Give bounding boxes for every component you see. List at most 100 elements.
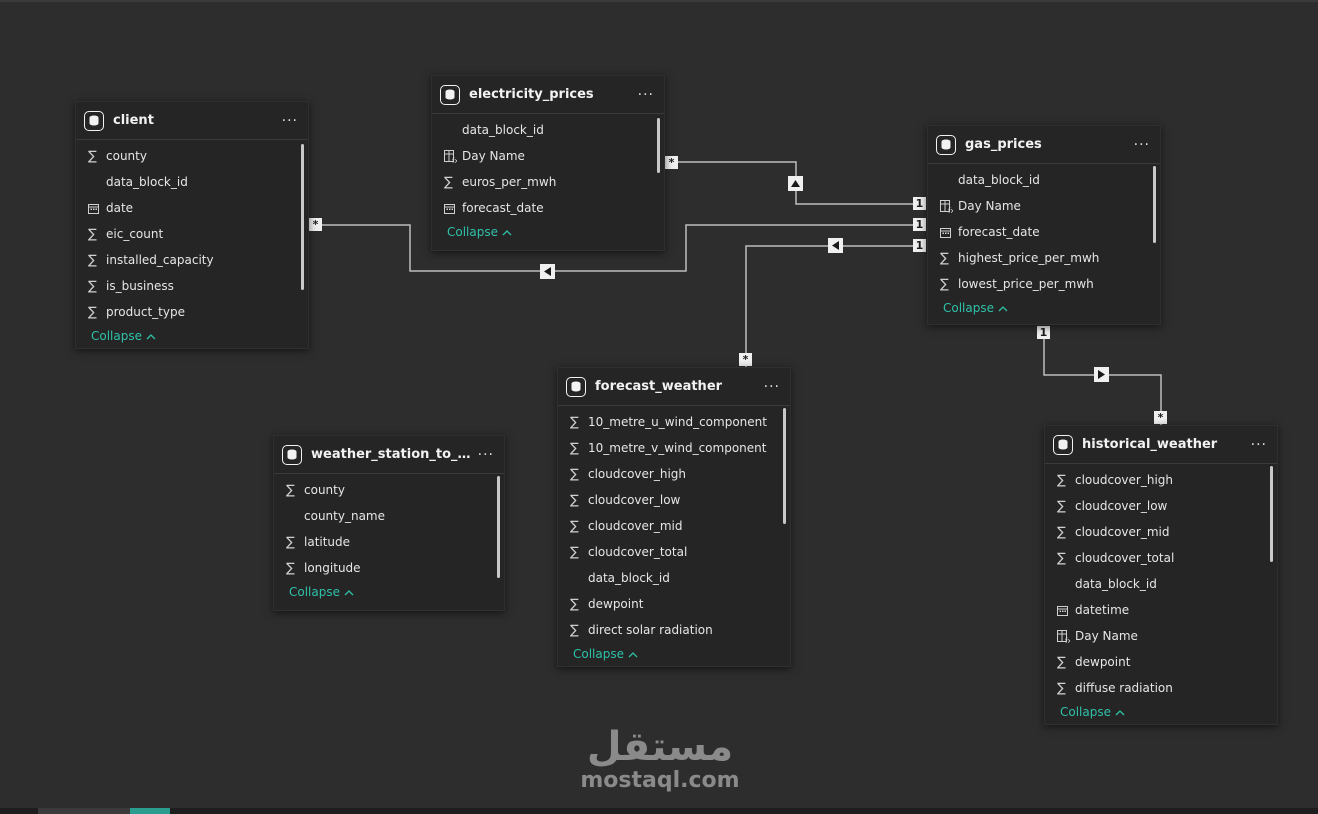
table-card-forecast-weather[interactable]: forecast_weather ··· ∑ 10_metre_u_wind_co… — [557, 367, 791, 667]
field-list[interactable]: ∑ county data_block_iddate ∑ eic_count ∑ insta… — [76, 140, 308, 347]
bottom-tab-segment[interactable] — [38, 808, 130, 814]
more-options-button[interactable]: ··· — [632, 87, 654, 103]
field-list[interactable]: ∑ county county_name ∑ latitude ∑ longitude Col… — [274, 474, 504, 603]
field-row[interactable]: datetime — [1045, 597, 1277, 623]
table-icon — [84, 110, 104, 131]
table-icon — [936, 134, 956, 155]
table-header[interactable]: gas_prices ··· — [928, 126, 1160, 164]
cardinality-many-badge: * — [665, 156, 678, 169]
more-options-button[interactable]: ··· — [758, 379, 780, 395]
field-row[interactable]: fx Day Name — [432, 143, 664, 169]
table-title: forecast_weather — [595, 379, 723, 394]
field-row[interactable]: ∑ cloudcover_high — [558, 461, 790, 487]
field-row[interactable]: ∑ highest_price_per_mwh — [928, 245, 1160, 271]
scrollbar[interactable] — [497, 476, 500, 578]
field-row[interactable]: ∑ latitude — [274, 529, 504, 555]
field-row[interactable]: fx Day Name — [928, 193, 1160, 219]
field-row[interactable]: ∑ is_business — [76, 273, 308, 299]
table-header[interactable]: electricity_prices ··· — [432, 76, 664, 114]
field-list[interactable]: ∑ cloudcover_high ∑ cloudcover_low ∑ cloudcov… — [1045, 464, 1277, 723]
cardinality-one-badge: 1 — [913, 197, 926, 210]
collapse-button[interactable]: Collapse — [558, 643, 790, 665]
field-row[interactable]: ∑ diffuse radiation — [1045, 675, 1277, 701]
table-header[interactable]: forecast_weather ··· — [558, 368, 790, 406]
table-header[interactable]: historical_weather ··· — [1045, 426, 1277, 464]
field-row[interactable]: ∑ county — [76, 143, 308, 169]
field-row[interactable]: date — [76, 195, 308, 221]
field-name: latitude — [304, 535, 351, 549]
cardinality-one-badge: 1 — [913, 239, 926, 252]
field-row[interactable]: ∑ product_type — [76, 299, 308, 325]
field-row[interactable]: fx Day Name — [1045, 623, 1277, 649]
filter-direction-up-icon[interactable] — [788, 176, 803, 191]
field-row[interactable]: ∑ cloudcover_low — [558, 487, 790, 513]
more-options-button[interactable]: ··· — [472, 447, 494, 463]
field-row[interactable]: county_name — [274, 503, 504, 529]
field-row[interactable]: ∑ lowest_price_per_mwh — [928, 271, 1160, 297]
field-row[interactable]: data_block_id — [558, 565, 790, 591]
field-row[interactable]: ∑ county — [274, 477, 504, 503]
filter-direction-left-icon[interactable] — [828, 238, 843, 253]
table-card-electricity-prices[interactable]: electricity_prices ··· data_block_id fx Da… — [431, 75, 665, 251]
field-row[interactable]: ∑ dewpoint — [1045, 649, 1277, 675]
field-name: data_block_id — [106, 175, 188, 189]
table-card-gas-prices[interactable]: gas_prices ··· data_block_id fx Day Name fo… — [927, 125, 1161, 325]
field-list[interactable]: data_block_id fx Day Name forecast_date ∑ hig… — [928, 164, 1160, 319]
collapse-button[interactable]: Collapse — [928, 297, 1160, 319]
field-row[interactable]: ∑ cloudcover_low — [1045, 493, 1277, 519]
table-header[interactable]: weather_station_to_cou... ··· — [274, 436, 504, 474]
table-card-weather-station-to-county[interactable]: weather_station_to_cou... ··· ∑ county cou… — [273, 435, 505, 611]
field-name: highest_price_per_mwh — [958, 251, 1100, 265]
table-title: gas_prices — [965, 137, 1042, 152]
field-list[interactable]: data_block_id fx Day Name ∑ euros_per_mwh for… — [432, 114, 664, 243]
more-options-button[interactable]: ··· — [276, 113, 298, 129]
scrollbar[interactable] — [783, 408, 786, 524]
field-row[interactable]: ∑ cloudcover_mid — [558, 513, 790, 539]
collapse-button[interactable]: Collapse — [1045, 701, 1277, 723]
field-row[interactable]: data_block_id — [1045, 571, 1277, 597]
table-card-client[interactable]: client ··· ∑ county data_block_iddate ∑ eic_… — [75, 101, 309, 349]
field-row[interactable]: ∑ cloudcover_high — [1045, 467, 1277, 493]
table-header[interactable]: client ··· — [76, 102, 308, 140]
scrollbar[interactable] — [1153, 166, 1156, 243]
field-row[interactable]: ∑ eic_count — [76, 221, 308, 247]
filter-direction-right-icon[interactable] — [1094, 367, 1109, 382]
field-row[interactable]: forecast_date — [928, 219, 1160, 245]
field-row[interactable]: data_block_id — [76, 169, 308, 195]
field-row[interactable]: ∑ 10_metre_u_wind_component — [558, 409, 790, 435]
more-options-button[interactable]: ··· — [1245, 437, 1267, 453]
field-row[interactable]: ∑ euros_per_mwh — [432, 169, 664, 195]
table-card-historical-weather[interactable]: historical_weather ··· ∑ cloudcover_high ∑… — [1044, 425, 1278, 725]
field-list[interactable]: ∑ 10_metre_u_wind_component ∑ 10_metre_v_wi… — [558, 406, 790, 665]
scrollbar[interactable] — [657, 118, 660, 173]
collapse-button[interactable]: Collapse — [76, 325, 308, 347]
field-name: product_type — [106, 305, 185, 319]
cardinality-many-badge: * — [739, 353, 752, 366]
field-row[interactable]: ∑ cloudcover_mid — [1045, 519, 1277, 545]
field-name: cloudcover_high — [588, 467, 687, 481]
scrollbar[interactable] — [301, 144, 304, 290]
field-row[interactable]: ∑ cloudcover_total — [558, 539, 790, 565]
svg-text:fx: fx — [948, 207, 953, 213]
bottom-tab-active-segment[interactable] — [130, 808, 170, 814]
field-row[interactable]: ∑ cloudcover_total — [1045, 545, 1277, 571]
sigma-icon: ∑ — [570, 440, 579, 456]
calculated-column-icon: fx — [1057, 629, 1075, 643]
field-row[interactable]: ∑ 10_metre_v_wind_component — [558, 435, 790, 461]
mostaql-watermark: مستقل mostaql.com — [560, 725, 760, 793]
field-row[interactable]: ∑ installed_capacity — [76, 247, 308, 273]
field-row[interactable]: forecast_date — [432, 195, 664, 221]
chevron-up-icon — [1115, 705, 1125, 719]
sigma-icon: ∑ — [940, 276, 949, 292]
field-row[interactable]: data_block_id — [432, 117, 664, 143]
field-row[interactable]: data_block_id — [928, 167, 1160, 193]
collapse-button[interactable]: Collapse — [274, 581, 504, 603]
collapse-button[interactable]: Collapse — [432, 221, 664, 243]
collapse-label: Collapse — [1060, 705, 1111, 719]
scrollbar[interactable] — [1270, 466, 1273, 562]
filter-direction-left-icon[interactable] — [540, 264, 555, 279]
field-row[interactable]: ∑ longitude — [274, 555, 504, 581]
more-options-button[interactable]: ··· — [1128, 137, 1150, 153]
field-row[interactable]: ∑ direct solar radiation — [558, 617, 790, 643]
field-row[interactable]: ∑ dewpoint — [558, 591, 790, 617]
